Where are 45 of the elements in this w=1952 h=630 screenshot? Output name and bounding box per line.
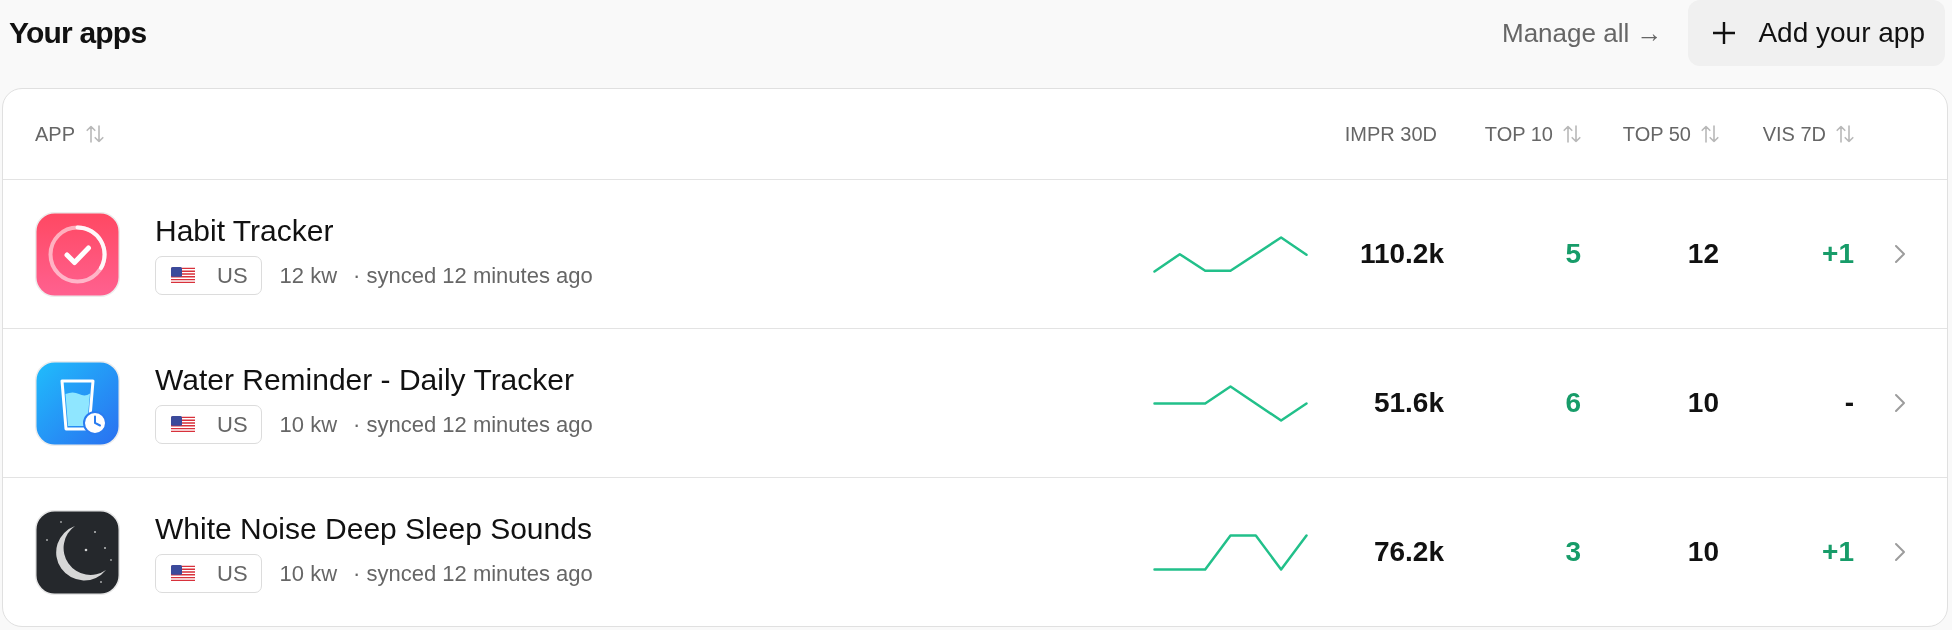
column-header[interactable]: VIS 7D bbox=[1762, 122, 1854, 146]
manage-all-link[interactable]: Manage all → bbox=[1502, 17, 1663, 49]
flag-icon bbox=[171, 415, 195, 434]
app-name: White Noise Deep Sleep Sounds bbox=[155, 511, 593, 547]
app-name: Water Reminder - Daily Tracker bbox=[155, 362, 575, 398]
column-header[interactable]: APP bbox=[35, 122, 105, 146]
top-50-value: 10 bbox=[1687, 387, 1719, 419]
water-glass-icon bbox=[35, 360, 120, 446]
sync-status: · synced 12 minutes ago bbox=[353, 262, 593, 289]
keyword-count: 10 kw bbox=[279, 560, 338, 587]
impressions-value: 76.2k bbox=[1373, 536, 1444, 568]
top-10-value: 3 bbox=[1565, 536, 1581, 568]
top-50-value: 12 bbox=[1687, 238, 1719, 270]
app-name: Habit Tracker bbox=[155, 213, 335, 249]
flag-icon bbox=[171, 266, 195, 285]
top-50-value: 10 bbox=[1687, 536, 1719, 568]
sort-icon bbox=[1563, 125, 1581, 143]
impressions-value: 110.2k bbox=[1359, 238, 1444, 270]
top-10-value: 6 bbox=[1565, 387, 1581, 419]
top-10-value: 5 bbox=[1565, 238, 1581, 270]
visibility-change: +1 bbox=[1822, 238, 1854, 270]
page-title: Your apps bbox=[9, 16, 147, 50]
add-app-button[interactable]: Add your app bbox=[1688, 0, 1945, 66]
sort-icon bbox=[1836, 125, 1854, 143]
visibility-change: +1 bbox=[1822, 536, 1854, 568]
column-header: IMPR 30D bbox=[1344, 122, 1438, 146]
keyword-count: 12 kw bbox=[279, 262, 338, 289]
sync-status: · synced 12 minutes ago bbox=[353, 560, 593, 587]
sort-icon bbox=[86, 125, 105, 143]
chevron-right-icon[interactable] bbox=[1894, 542, 1906, 562]
visibility-change: - bbox=[1844, 387, 1854, 419]
impressions-value: 51.6k bbox=[1373, 387, 1444, 419]
country-code: US bbox=[217, 262, 248, 289]
keyword-count: 10 kw bbox=[279, 411, 338, 438]
chevron-right-icon[interactable] bbox=[1894, 244, 1906, 264]
flag-icon bbox=[171, 564, 195, 583]
chevron-right-icon[interactable] bbox=[1894, 393, 1906, 413]
column-header[interactable]: TOP 50 bbox=[1622, 122, 1719, 146]
sync-status: · synced 12 minutes ago bbox=[353, 411, 593, 438]
sort-icon bbox=[1701, 125, 1719, 143]
country-code: US bbox=[217, 560, 248, 587]
plus-icon bbox=[1713, 22, 1736, 44]
country-code: US bbox=[217, 411, 248, 438]
crescent-moon-icon bbox=[35, 509, 120, 595]
column-header[interactable]: TOP 10 bbox=[1484, 122, 1581, 146]
